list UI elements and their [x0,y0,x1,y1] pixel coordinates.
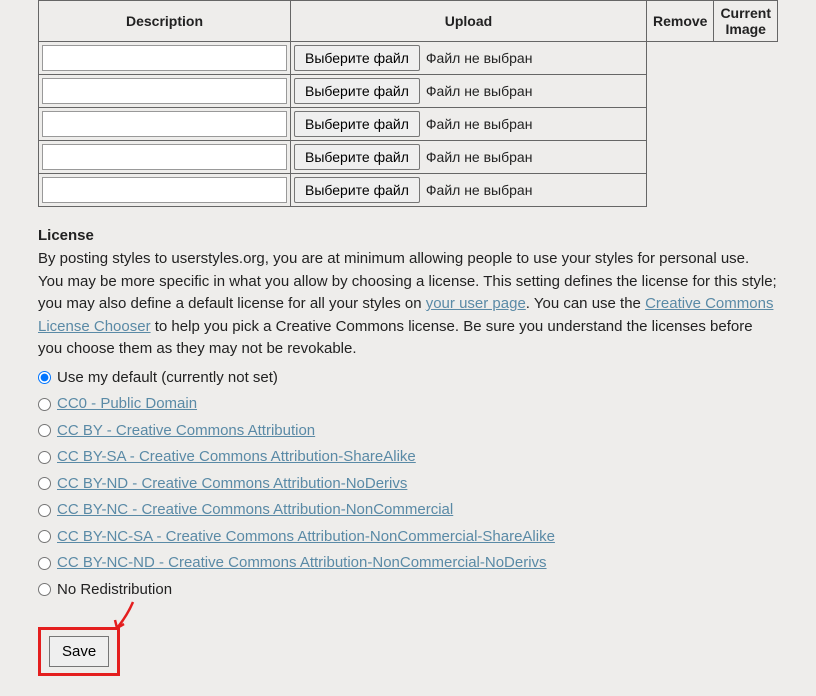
license-option-link[interactable]: CC BY-ND - Creative Commons Attribution-… [57,473,407,496]
license-radio[interactable] [38,451,51,464]
license-option: CC BY-NC-ND - Creative Commons Attributi… [38,550,778,577]
license-radio[interactable] [38,583,51,596]
license-option-label: No Redistribution [57,579,172,602]
save-highlight-box: Save [38,627,120,676]
col-header-upload: Upload [291,1,647,42]
license-radio[interactable] [38,557,51,570]
license-description: By posting styles to userstyles.org, you… [38,248,778,361]
save-button[interactable]: Save [49,636,109,667]
col-header-remove: Remove [646,1,713,42]
license-section: License By posting styles to userstyles.… [38,227,778,603]
file-status-text: Файл не выбран [426,83,533,99]
description-input[interactable] [42,144,287,170]
license-option: No Redistribution [38,577,778,604]
license-option: CC BY-NC-SA - Creative Commons Attributi… [38,524,778,551]
license-option: CC BY-SA - Creative Commons Attribution-… [38,444,778,471]
license-radio[interactable] [38,371,51,384]
upload-table: Description Upload Remove Current Image … [38,0,778,207]
license-radio[interactable] [38,424,51,437]
choose-file-button[interactable]: Выберите файл [294,45,420,71]
license-heading: License [38,227,778,244]
file-status-text: Файл не выбран [426,149,533,165]
description-input[interactable] [42,78,287,104]
file-status-text: Файл не выбран [426,50,533,66]
file-status-text: Файл не выбран [426,182,533,198]
license-radio-list: Use my default (currently not set) CC0 - … [38,365,778,604]
license-option-link[interactable]: CC BY-NC-SA - Creative Commons Attributi… [57,526,555,549]
choose-file-button[interactable]: Выберите файл [294,78,420,104]
license-option: CC0 - Public Domain [38,391,778,418]
license-radio[interactable] [38,398,51,411]
license-radio[interactable] [38,530,51,543]
license-option-link[interactable]: CC BY-NC - Creative Commons Attribution-… [57,499,453,522]
col-header-description: Description [39,1,291,42]
license-option-label: Use my default (currently not set) [57,367,278,390]
license-desc-text: . You can use the [526,295,645,312]
license-option: Use my default (currently not set) [38,365,778,392]
table-row: Выберите файл Файл не выбран [39,42,778,75]
description-input[interactable] [42,45,287,71]
license-option-link[interactable]: CC BY-NC-ND - Creative Commons Attributi… [57,552,547,575]
remove-cell [646,42,713,207]
choose-file-button[interactable]: Выберите файл [294,144,420,170]
license-option: CC BY-ND - Creative Commons Attribution-… [38,471,778,498]
license-option-link[interactable]: CC0 - Public Domain [57,393,197,416]
user-page-link[interactable]: your user page [426,295,526,312]
choose-file-button[interactable]: Выберите файл [294,111,420,137]
arrow-annotation-icon [109,598,139,634]
file-status-text: Файл не выбран [426,116,533,132]
license-radio[interactable] [38,477,51,490]
license-radio[interactable] [38,504,51,517]
col-header-current-image: Current Image [714,1,778,42]
license-option: CC BY - Creative Commons Attribution [38,418,778,445]
current-image-cell [714,42,778,207]
description-input[interactable] [42,177,287,203]
license-option-link[interactable]: CC BY - Creative Commons Attribution [57,420,315,443]
license-option-link[interactable]: CC BY-SA - Creative Commons Attribution-… [57,446,416,469]
license-option: CC BY-NC - Creative Commons Attribution-… [38,497,778,524]
description-input[interactable] [42,111,287,137]
choose-file-button[interactable]: Выберите файл [294,177,420,203]
